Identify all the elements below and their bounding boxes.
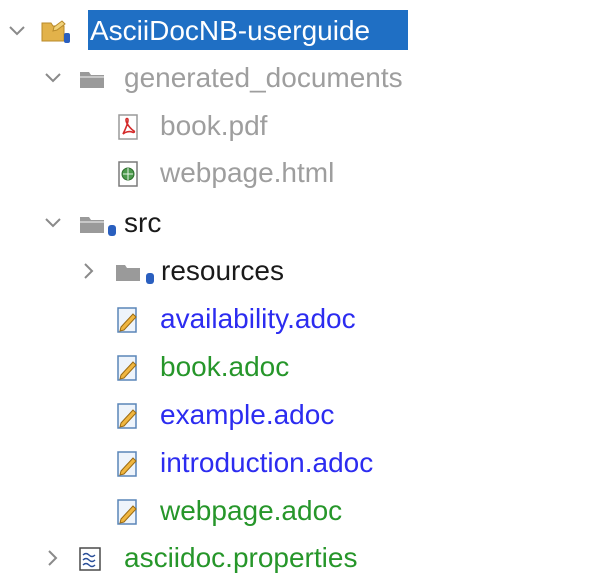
- file-tree: AsciiDocNB-userguide generated_documents…: [0, 0, 595, 576]
- properties-file-icon: [79, 547, 101, 571]
- tree-node-label: availability.adoc: [160, 303, 356, 334]
- tree-node-label: generated_documents: [124, 62, 403, 93]
- tree-node-label: src: [124, 207, 162, 238]
- tree-node-label: webpage.adoc: [160, 495, 343, 526]
- tree-node-introduction-adoc[interactable]: introduction.adoc: [0, 439, 595, 487]
- tree-node-webpage-html[interactable]: webpage.html: [0, 149, 595, 197]
- tree-node-availability-adoc[interactable]: availability.adoc: [0, 295, 595, 343]
- tree-node-label: book.pdf: [160, 110, 268, 141]
- chevron-down-icon[interactable]: [6, 20, 28, 42]
- tree-node-book-pdf[interactable]: book.pdf: [0, 102, 595, 150]
- tree-node-label: example.adoc: [160, 399, 335, 430]
- edit-document-icon: [117, 307, 137, 333]
- edit-document-icon: [117, 499, 137, 525]
- tree-node-root-label: AsciiDocNB-userguide: [90, 15, 371, 46]
- chevron-right-icon[interactable]: [78, 260, 100, 282]
- tree-node-resources[interactable]: resources: [0, 247, 595, 295]
- tree-node-asciidoc-properties[interactable]: asciidoc.properties: [0, 534, 595, 582]
- project-folder-icon: [41, 20, 70, 43]
- chevron-right-icon[interactable]: [42, 547, 64, 569]
- chevron-down-icon[interactable]: [42, 212, 64, 234]
- tree-node-label: introduction.adoc: [160, 447, 374, 478]
- tree-node-webpage-adoc[interactable]: webpage.adoc: [0, 487, 595, 535]
- edit-document-icon: [117, 451, 137, 477]
- tree-node-label: resources: [161, 255, 284, 286]
- tree-node-src[interactable]: src: [0, 199, 595, 247]
- html-file-icon: [118, 161, 138, 187]
- tree-node-label: asciidoc.properties: [124, 542, 358, 573]
- versioned-folder-icon: [80, 217, 116, 236]
- versioned-folder-icon: [116, 265, 154, 284]
- pdf-file-icon: [118, 114, 138, 140]
- tree-node-example-adoc[interactable]: example.adoc: [0, 391, 595, 439]
- tree-node-label: webpage.html: [160, 157, 335, 188]
- tree-node-root[interactable]: AsciiDocNB-userguide: [0, 7, 595, 55]
- tree-node-generated-documents[interactable]: generated_documents: [0, 54, 595, 102]
- edit-document-icon: [117, 403, 137, 429]
- tree-node-label: book.adoc: [160, 351, 290, 382]
- chevron-down-icon[interactable]: [42, 67, 64, 89]
- edit-document-icon: [117, 355, 137, 381]
- folder-icon: [80, 72, 104, 88]
- tree-node-book-adoc[interactable]: book.adoc: [0, 343, 595, 391]
